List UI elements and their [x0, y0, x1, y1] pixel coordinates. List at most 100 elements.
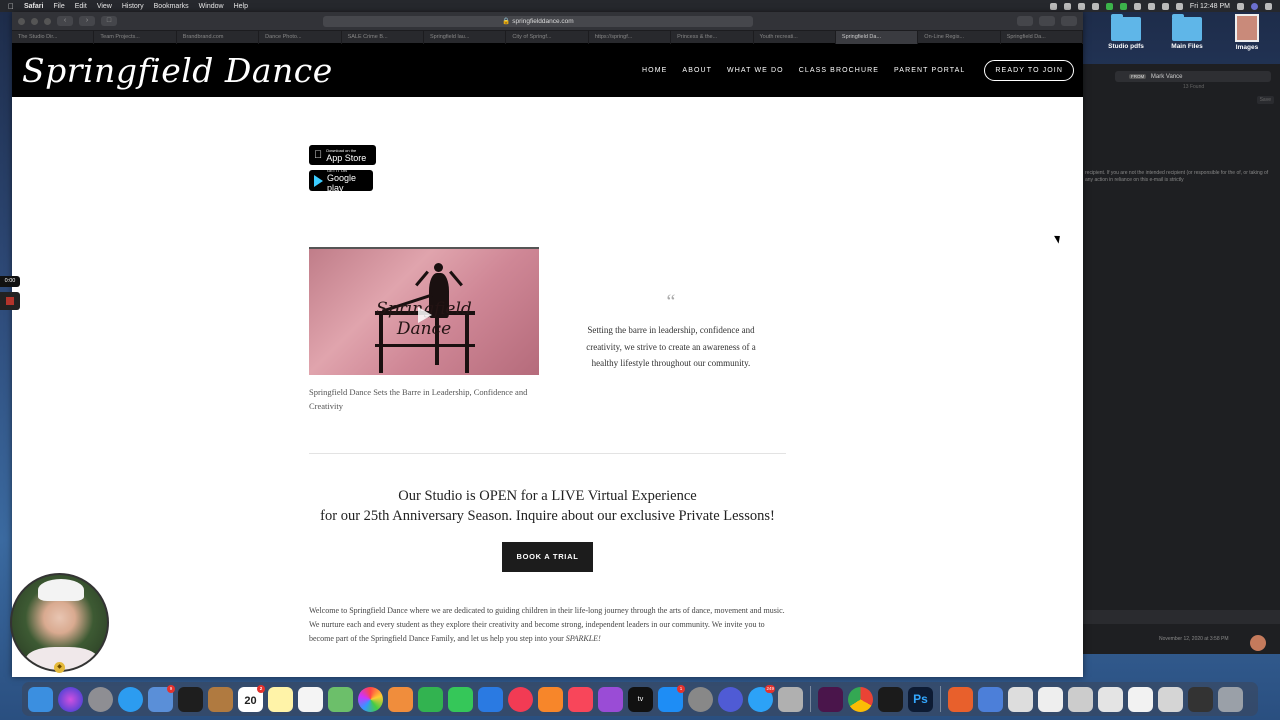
system-preferences-icon[interactable] — [688, 686, 713, 712]
shield-icon[interactable] — [1091, 2, 1099, 10]
browser-tab[interactable]: https://springf... — [589, 30, 672, 44]
browser-tab[interactable]: Princess & the... — [671, 30, 754, 44]
gear-icon[interactable] — [1063, 2, 1071, 10]
nav-home[interactable]: HOME — [642, 67, 667, 74]
mail-reply-bar[interactable] — [1083, 610, 1280, 624]
forward-arrow-icon[interactable]: › — [79, 16, 95, 26]
ready-to-join-button[interactable]: READY TO JOIN — [984, 59, 1074, 81]
news-icon[interactable] — [508, 686, 533, 712]
control-center-icon[interactable] — [1265, 2, 1272, 10]
dropbox-icon[interactable] — [1077, 2, 1085, 10]
calendar-icon[interactable]: 20 2 — [238, 684, 265, 712]
menubar-clock[interactable]: Fri 12:48 PM — [1190, 3, 1230, 10]
browser-tab[interactable]: On-Line Regis... — [918, 30, 1001, 44]
nav-parent-portal[interactable]: PARENT PORTAL — [894, 67, 965, 74]
photos-icon[interactable] — [358, 686, 383, 712]
document-thumbnail-icon[interactable] — [1158, 686, 1183, 712]
books-icon[interactable] — [538, 686, 563, 712]
safari-icon[interactable] — [118, 686, 143, 712]
location-icon[interactable] — [1049, 2, 1057, 10]
play-icon[interactable] — [418, 307, 432, 323]
browser-tab[interactable]: Springfield Da... — [835, 30, 919, 44]
browser-tab[interactable]: Springfield lau... — [424, 30, 507, 44]
menu-help[interactable]: Help — [234, 3, 248, 10]
sidebar-icon[interactable]: □ — [101, 16, 117, 26]
acrobat-icon[interactable] — [878, 686, 903, 712]
desktop-folder-studio-pdfs[interactable]: Studio pdfs — [1104, 14, 1148, 50]
photoshop-icon[interactable]: Ps — [908, 686, 933, 712]
mail-search-field[interactable]: FROM Mark Vance — [1115, 71, 1271, 82]
trash-icon[interactable] — [1218, 686, 1243, 712]
finder-icon[interactable] — [28, 686, 53, 712]
promo-video[interactable]: Springfield Dance — [309, 247, 539, 375]
menu-window[interactable]: Window — [199, 3, 224, 10]
messages-icon[interactable]: 249 — [748, 684, 775, 712]
browser-tab[interactable]: Dance Photo... — [259, 30, 342, 44]
facetime-icon[interactable] — [448, 686, 473, 712]
siri-icon[interactable] — [1251, 2, 1258, 10]
share-icon[interactable] — [1039, 16, 1055, 26]
nav-about[interactable]: ABOUT — [682, 67, 712, 74]
browser-tab[interactable]: Springfield Da... — [1001, 30, 1083, 44]
preview-icon[interactable] — [778, 686, 803, 712]
display-icon[interactable] — [1161, 2, 1169, 10]
document-thumbnail-icon[interactable] — [1098, 686, 1123, 712]
book-a-trial-button[interactable]: BOOK A TRIAL — [502, 542, 593, 572]
wifi-icon[interactable] — [1147, 2, 1155, 10]
keynote-icon[interactable] — [478, 686, 503, 712]
browser-tab[interactable]: Brandbrand.com — [177, 30, 260, 44]
recorder-stop-button[interactable] — [0, 292, 20, 310]
folder-icon[interactable] — [948, 686, 973, 712]
activity-monitor-icon[interactable] — [178, 686, 203, 712]
google-play-badge[interactable]: GET IT ON Google play — [309, 168, 373, 193]
desktop-item-images[interactable]: Images — [1225, 14, 1269, 51]
pages-icon[interactable] — [388, 686, 413, 712]
music-icon[interactable] — [568, 686, 593, 712]
menu-history[interactable]: History — [122, 3, 144, 10]
battery-icon[interactable] — [1175, 2, 1183, 10]
launchpad-icon[interactable] — [88, 686, 113, 712]
menu-view[interactable]: View — [97, 3, 112, 10]
notes-icon[interactable] — [268, 686, 293, 712]
back-arrow-icon[interactable]: ‹ — [57, 16, 73, 26]
document-thumbnail-icon[interactable] — [1188, 686, 1213, 712]
browser-tab[interactable]: SALE Crime B... — [342, 30, 424, 44]
url-bar[interactable]: 🔒 springfielddance.com — [323, 15, 753, 27]
site-logo[interactable]: Springfield Dance — [22, 51, 333, 90]
close-window-button[interactable] — [18, 17, 25, 25]
browser-tab[interactable]: Youth recreati... — [754, 30, 836, 44]
webcam-overlay[interactable] — [10, 573, 109, 672]
zoom-window-button[interactable] — [44, 17, 51, 25]
applications-folder-icon[interactable] — [978, 686, 1003, 712]
desktop-folder-main-files[interactable]: Main Files — [1165, 14, 1209, 50]
menu-safari[interactable]: Safari — [24, 3, 43, 10]
mail-icon[interactable]: 9 — [148, 684, 175, 712]
podcasts-icon[interactable] — [598, 686, 623, 712]
menu-edit[interactable]: Edit — [75, 3, 87, 10]
slack-icon[interactable] — [818, 686, 843, 712]
document-thumbnail-icon[interactable] — [1038, 686, 1063, 712]
minimize-window-button[interactable] — [31, 17, 38, 25]
maps-icon[interactable] — [328, 686, 353, 712]
gift-icon[interactable]: ◆ — [54, 662, 65, 673]
app-store-badge[interactable]:  Download on the App Store — [309, 145, 376, 165]
document-thumbnail-icon[interactable] — [1008, 686, 1033, 712]
apple-tv-icon[interactable]: tv — [628, 686, 653, 712]
menu-bookmarks[interactable]: Bookmarks — [154, 3, 189, 10]
browser-tab[interactable]: The Studio Dir... — [12, 30, 95, 44]
app-store-icon[interactable]: 1 — [658, 684, 685, 712]
nav-what-we-do[interactable]: WHAT WE DO — [727, 67, 784, 74]
siri-icon[interactable] — [58, 686, 83, 712]
browser-tab[interactable]: Team Projects... — [94, 30, 177, 44]
menu-file[interactable]: File — [53, 3, 64, 10]
download-icon[interactable] — [1017, 16, 1033, 26]
apple-menu-icon[interactable]:  — [8, 2, 14, 11]
mail-save-button[interactable]: Save — [1256, 96, 1274, 104]
gear-icon[interactable] — [718, 686, 743, 712]
tabs-overview-icon[interactable] — [1061, 16, 1077, 26]
nav-class-brochure[interactable]: CLASS BROCHURE — [799, 67, 879, 74]
bluetooth-icon[interactable] — [1133, 2, 1141, 10]
document-thumbnail-icon[interactable] — [1128, 686, 1153, 712]
browser-tab[interactable]: City of Springf... — [506, 30, 589, 44]
document-thumbnail-icon[interactable] — [1068, 686, 1093, 712]
